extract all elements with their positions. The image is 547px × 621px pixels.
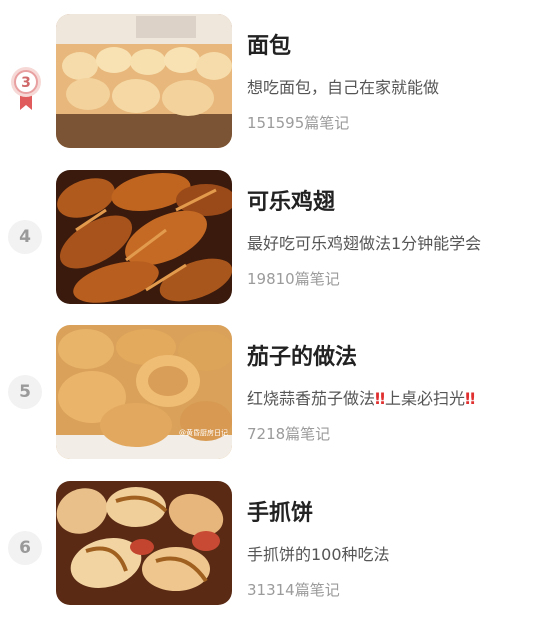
recipe-row-eggplant[interactable]: 5 @黄昏厨房日记 茄子的做法 红烧蒜香茄子做法‼上桌必扫光‼ 7218篇笔记	[0, 325, 547, 465]
recipe-thumbnail-bread[interactable]	[56, 14, 232, 148]
recipe-thumbnail-scallion-pancake[interactable]	[56, 481, 232, 605]
desc-text-2: 上桌必扫光	[385, 389, 466, 408]
recipe-row-bread[interactable]: 3 面包 想吃面包，自己在家就能做 151595篇笔记	[0, 14, 547, 154]
recipe-description: 手抓饼的100种吃法	[247, 545, 390, 564]
recipe-row-cola-wings[interactable]: 4 可乐鸡翅 最好吃可乐鸡翅做法1分钟能学会 19810篇笔记	[0, 170, 547, 310]
recipe-description: 想吃面包，自己在家就能做	[247, 78, 440, 97]
double-exclamation-icon: ‼	[465, 389, 476, 408]
recipe-title: 茄子的做法	[247, 345, 358, 370]
recipe-row-scallion-pancake[interactable]: 6 手抓饼 手抓饼的100种吃法 31314篇笔记	[0, 481, 547, 621]
rank-badge: 5	[8, 375, 42, 409]
recipe-thumbnail-eggplant[interactable]: @黄昏厨房日记	[56, 325, 232, 459]
recipe-description: 最好吃可乐鸡翅做法1分钟能学会	[247, 234, 482, 253]
note-count: 151595篇笔记	[247, 114, 350, 132]
note-count: 19810篇笔记	[247, 270, 340, 288]
recipe-title: 手抓饼	[247, 501, 314, 526]
double-exclamation-icon: ‼	[375, 389, 386, 408]
rank-number: 3	[21, 75, 31, 91]
desc-text-1: 红烧蒜香茄子做法	[247, 389, 376, 408]
note-count: 7218篇笔记	[247, 425, 331, 443]
recipe-title: 可乐鸡翅	[247, 190, 336, 215]
rank-badge: 4	[8, 220, 42, 254]
recipe-description: 红烧蒜香茄子做法‼上桌必扫光‼	[247, 385, 475, 409]
watermark-text: @黄昏厨房日记	[179, 428, 228, 437]
recipe-thumbnail-cola-wings[interactable]	[56, 170, 232, 304]
recipe-title: 面包	[247, 34, 292, 59]
rank-badge: 6	[8, 531, 42, 565]
rank-medal-icon: 3	[10, 66, 42, 112]
note-count: 31314篇笔记	[247, 581, 340, 599]
